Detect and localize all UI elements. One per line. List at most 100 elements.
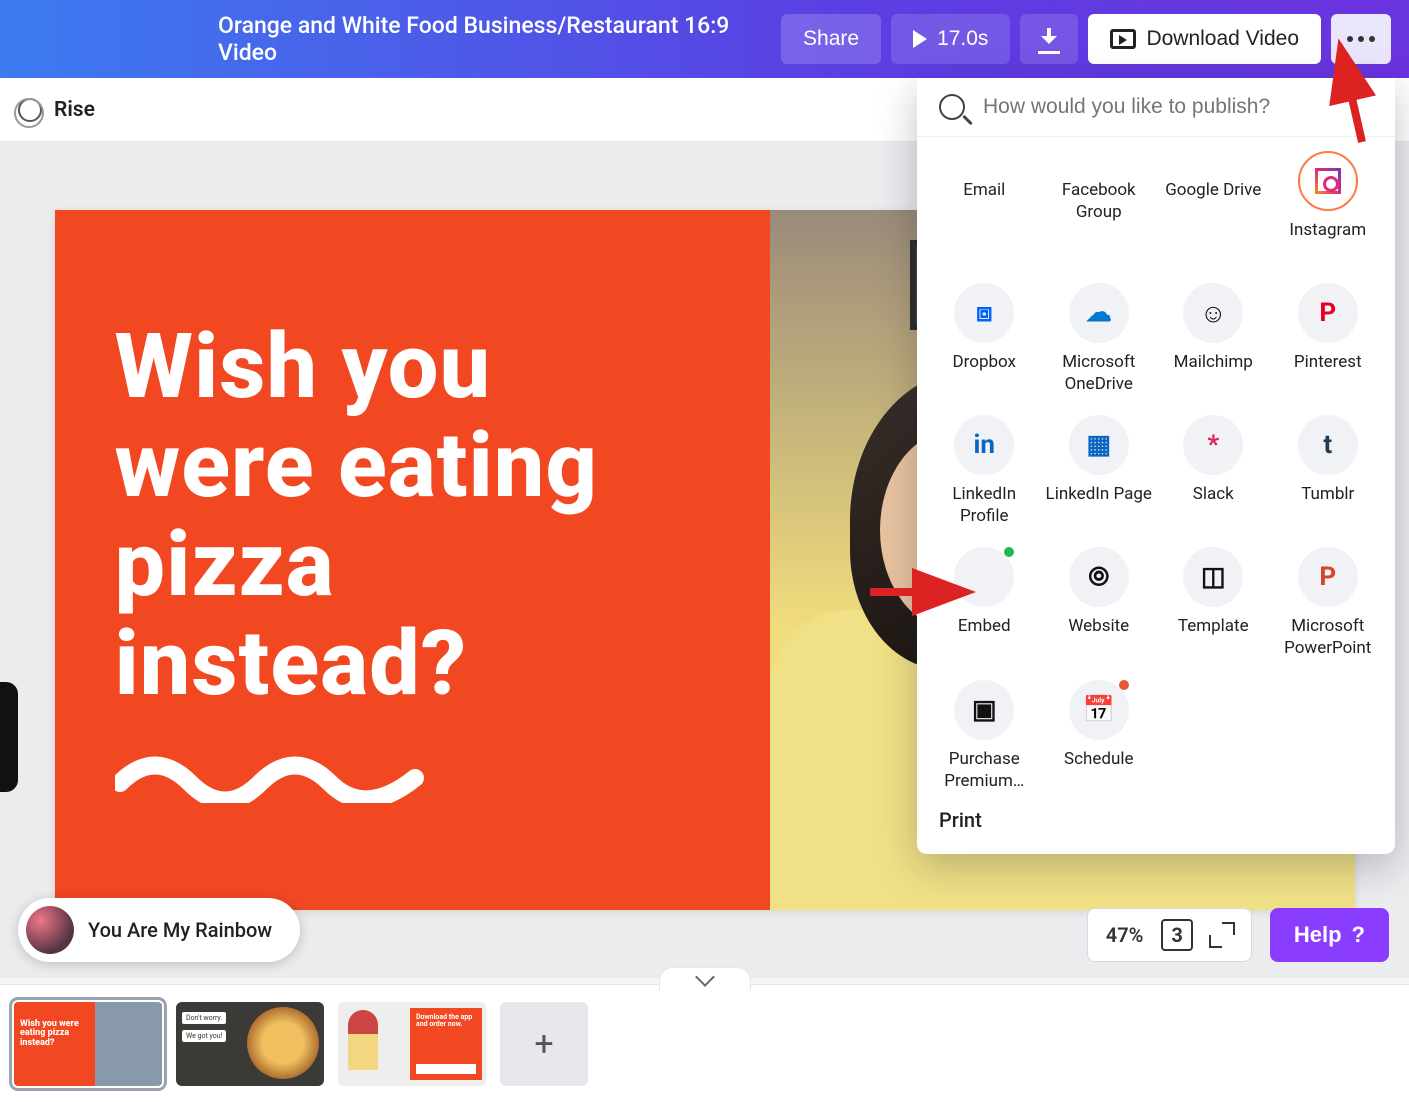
publish-option-website[interactable]: ⦾ Website [1042, 541, 1157, 665]
search-icon [939, 94, 965, 120]
microsoft-onedrive-icon: ☁ [1069, 283, 1129, 343]
embed-icon [954, 547, 1014, 607]
page-count-badge[interactable]: 3 [1161, 919, 1192, 951]
instagram-icon [1298, 151, 1358, 211]
publish-option-label: Schedule [1064, 748, 1133, 792]
publish-option-google-drive[interactable]: Google Drive [1156, 145, 1271, 269]
timeline-collapse-tab[interactable] [659, 967, 751, 991]
sidebar-expand-tab[interactable] [0, 682, 18, 792]
website-icon: ⦾ [1069, 547, 1129, 607]
dropbox-icon: ⧈ [954, 283, 1014, 343]
publish-option-label: LinkedIn Page [1046, 483, 1152, 527]
publish-option-label: Google Drive [1165, 179, 1261, 223]
publish-option-label: Microsoft OneDrive [1044, 351, 1155, 395]
publish-option-label: LinkedIn Profile [929, 483, 1040, 527]
publish-option-email[interactable]: Email [927, 145, 1042, 269]
zoom-value[interactable]: 47% [1106, 923, 1144, 947]
audio-track-pill[interactable]: You Are My Rainbow [18, 898, 300, 962]
mailchimp-icon: ☺ [1183, 283, 1243, 343]
schedule-icon: 📅 [1069, 680, 1129, 740]
publish-option-purchase-premium[interactable]: ▣ Purchase Premium… [927, 674, 1042, 798]
slide-text-panel: Wish you were eating pizza instead? [55, 210, 770, 910]
thumb2-line2: We got you! [182, 1030, 226, 1042]
publish-option-pinterest[interactable]: P Pinterest [1271, 277, 1386, 401]
tumblr-icon: t [1298, 415, 1358, 475]
slide-headline[interactable]: Wish you were eating pizza instead? [115, 317, 710, 713]
publish-option-label: Instagram [1289, 219, 1366, 263]
google-drive-icon [1183, 151, 1243, 171]
more-options-button[interactable] [1331, 14, 1391, 64]
fullscreen-icon[interactable] [1211, 924, 1233, 946]
workspace-icon [18, 98, 42, 122]
publish-option-label: Mailchimp [1174, 351, 1253, 395]
publish-option-label: Pinterest [1294, 351, 1362, 395]
workspace-name: Rise [54, 98, 95, 122]
publish-option-mailchimp[interactable]: ☺ Mailchimp [1156, 277, 1271, 401]
publish-option-label: Dropbox [953, 351, 1017, 395]
publish-option-label: Slack [1193, 483, 1234, 527]
publish-option-label: Embed [958, 615, 1011, 659]
purchase-premium-icon: ▣ [954, 680, 1014, 740]
publish-option-template[interactable]: ◫Template [1156, 541, 1271, 665]
share-label: Share [803, 27, 859, 51]
duration-label: 17.0s [937, 27, 988, 51]
publish-option-facebook-group[interactable]: Facebook Group [1042, 145, 1157, 269]
publish-option-microsoft-powerpoint[interactable]: P Microsoft PowerPoint [1271, 541, 1386, 665]
publish-option-linkedin-page[interactable]: ▦ LinkedIn Page [1042, 409, 1157, 533]
thumb2-line1: Don't worry. [182, 1012, 226, 1024]
share-button[interactable]: Share [781, 14, 881, 64]
timeline-strip: Wish you were eating pizza instead? Don'… [0, 984, 1409, 1102]
microsoft-powerpoint-icon: P [1298, 547, 1358, 607]
thumb3-text: Download the app and order now. [416, 1014, 476, 1029]
ellipsis-icon [1347, 36, 1375, 42]
publish-option-label: Tumblr [1301, 483, 1354, 527]
publish-option-instagram[interactable]: Instagram [1271, 145, 1386, 269]
chevron-down-icon [695, 967, 715, 987]
audio-artwork-icon [26, 906, 74, 954]
publish-option-label: Email [963, 179, 1005, 223]
download-video-button[interactable]: Download Video [1088, 14, 1321, 64]
play-duration-button[interactable]: 17.0s [891, 14, 1010, 64]
publish-option-linkedin-profile[interactable]: in LinkedIn Profile [927, 409, 1042, 533]
linkedin-page-icon: ▦ [1069, 415, 1129, 475]
publish-option-label: Facebook Group [1044, 179, 1155, 223]
publish-option-dropbox[interactable]: ⧈ Dropbox [927, 277, 1042, 401]
publish-panel: Email Facebook GroupGoogle Drive Instagram… [917, 78, 1395, 854]
timeline-thumb-2[interactable]: Don't worry. We got you! [176, 1002, 324, 1086]
status-bar: 47% 3 Help ? [1087, 908, 1389, 962]
publish-option-slack[interactable]: * Slack [1156, 409, 1271, 533]
play-icon [913, 30, 927, 48]
print-section-label[interactable]: Print [917, 804, 1395, 840]
help-button[interactable]: Help ? [1270, 908, 1389, 962]
video-icon [1110, 29, 1136, 49]
audio-track-name: You Are My Rainbow [88, 918, 272, 942]
publish-option-label: Microsoft PowerPoint [1273, 615, 1384, 659]
help-label: Help [1294, 922, 1342, 948]
publish-search-row [917, 78, 1395, 137]
timeline-thumb-3[interactable]: Download the app and order now. [338, 1002, 486, 1086]
download-video-label: Download Video [1146, 27, 1299, 51]
publish-options-grid: Email Facebook GroupGoogle Drive Instagram… [917, 137, 1395, 804]
zoom-controls: 47% 3 [1087, 908, 1252, 962]
help-icon: ? [1352, 922, 1365, 948]
linkedin-profile-icon: in [954, 415, 1014, 475]
app-header: Orange and White Food Business/Restauran… [0, 0, 1409, 78]
download-button[interactable] [1020, 14, 1078, 64]
thumb1-text: Wish you were eating pizza instead? [20, 1020, 90, 1050]
slack-icon: * [1183, 415, 1243, 475]
pinterest-icon: P [1298, 283, 1358, 343]
document-title: Orange and White Food Business/Restauran… [18, 12, 771, 66]
publish-option-schedule[interactable]: 📅 Schedule [1042, 674, 1157, 798]
timeline-thumb-1[interactable]: Wish you were eating pizza instead? [14, 1002, 162, 1086]
download-icon [1038, 28, 1060, 50]
publish-option-embed[interactable]: Embed [927, 541, 1042, 665]
publish-option-label: Website [1068, 615, 1129, 659]
publish-search-input[interactable] [983, 95, 1373, 119]
publish-option-tumblr[interactable]: t Tumblr [1271, 409, 1386, 533]
publish-option-label: Template [1178, 615, 1249, 659]
publish-option-microsoft-onedrive[interactable]: ☁ Microsoft OneDrive [1042, 277, 1157, 401]
add-page-button[interactable]: + [500, 1002, 588, 1086]
underline-squiggle-icon [115, 743, 435, 803]
publish-option-label: Purchase Premium… [929, 748, 1040, 792]
email-icon [954, 151, 1014, 171]
